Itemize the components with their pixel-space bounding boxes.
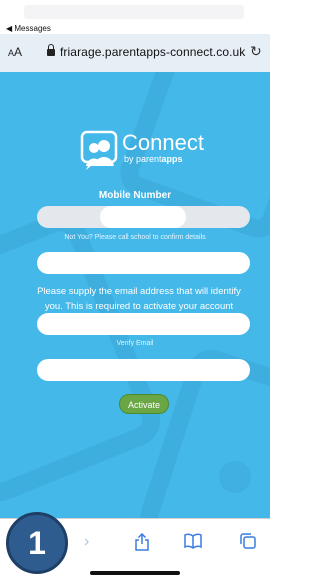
email-instructions: Please supply the email address that wil…: [37, 286, 241, 312]
email-field[interactable]: [37, 252, 250, 274]
verify-email-label: Verify Email: [116, 340, 154, 347]
mobile-number-field[interactable]: [37, 206, 250, 228]
reload-icon[interactable]: ↻: [250, 43, 262, 60]
not-you-note: Not You? Please call school to confirm d…: [64, 234, 206, 241]
mobile-number-redacted: [100, 206, 186, 228]
logo-subtitle: by parentapps: [124, 154, 183, 164]
address-bar[interactable]: AA friarage.parentapps-connect.co.uk ↻: [0, 34, 270, 73]
page-content: Connect by parentapps Mobile Number Not …: [0, 72, 270, 518]
final-input-field[interactable]: [37, 359, 250, 381]
connect-logo: Connect by parentapps: [80, 124, 210, 184]
logo-title: Connect: [122, 130, 204, 155]
tabs-icon[interactable]: [240, 533, 256, 554]
step-number-badge: 1: [6, 512, 68, 574]
verify-email-field[interactable]: [37, 313, 250, 335]
status-bar: ◀ Messages: [0, 0, 270, 34]
connect-logo-icon: [80, 130, 118, 170]
activate-button[interactable]: Activate: [119, 394, 169, 414]
home-indicator: [90, 571, 180, 575]
status-bar-redacted: [24, 5, 244, 19]
forward-icon[interactable]: ›: [84, 533, 89, 551]
url-text[interactable]: friarage.parentapps-connect.co.uk: [60, 45, 245, 59]
back-to-messages-link[interactable]: ◀ Messages: [6, 24, 51, 34]
mobile-number-label: Mobile Number: [98, 190, 172, 201]
lock-icon: [47, 44, 55, 56]
text-size-button[interactable]: AA: [8, 45, 22, 59]
share-icon[interactable]: [134, 532, 150, 556]
bookmarks-icon[interactable]: [184, 533, 202, 554]
